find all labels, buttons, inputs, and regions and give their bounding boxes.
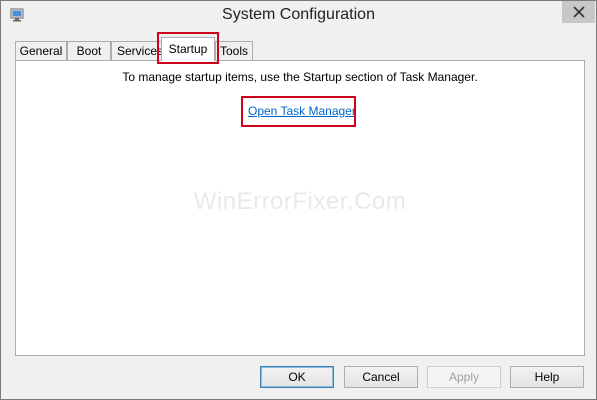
open-task-manager-link[interactable]: Open Task Manager: [248, 104, 356, 118]
tab-startup[interactable]: Startup: [161, 37, 215, 61]
tab-general[interactable]: General: [15, 41, 67, 60]
title-bar: System Configuration: [1, 1, 596, 33]
startup-tab-panel: To manage startup items, use the Startup…: [15, 60, 585, 356]
help-button[interactable]: Help: [510, 366, 584, 388]
ok-button[interactable]: OK: [260, 366, 334, 388]
cancel-button[interactable]: Cancel: [344, 366, 418, 388]
apply-button[interactable]: Apply: [427, 366, 501, 388]
tab-tools[interactable]: Tools: [215, 41, 253, 60]
close-button[interactable]: [562, 1, 595, 23]
startup-info-text: To manage startup items, use the Startup…: [122, 70, 478, 84]
watermark-text: WinErrorFixer.Com: [193, 188, 407, 215]
tab-boot[interactable]: Boot: [67, 41, 111, 60]
window-title: System Configuration: [222, 6, 375, 23]
close-icon: [572, 6, 585, 18]
system-configuration-window: System Configuration General Boot Servic…: [0, 0, 597, 400]
